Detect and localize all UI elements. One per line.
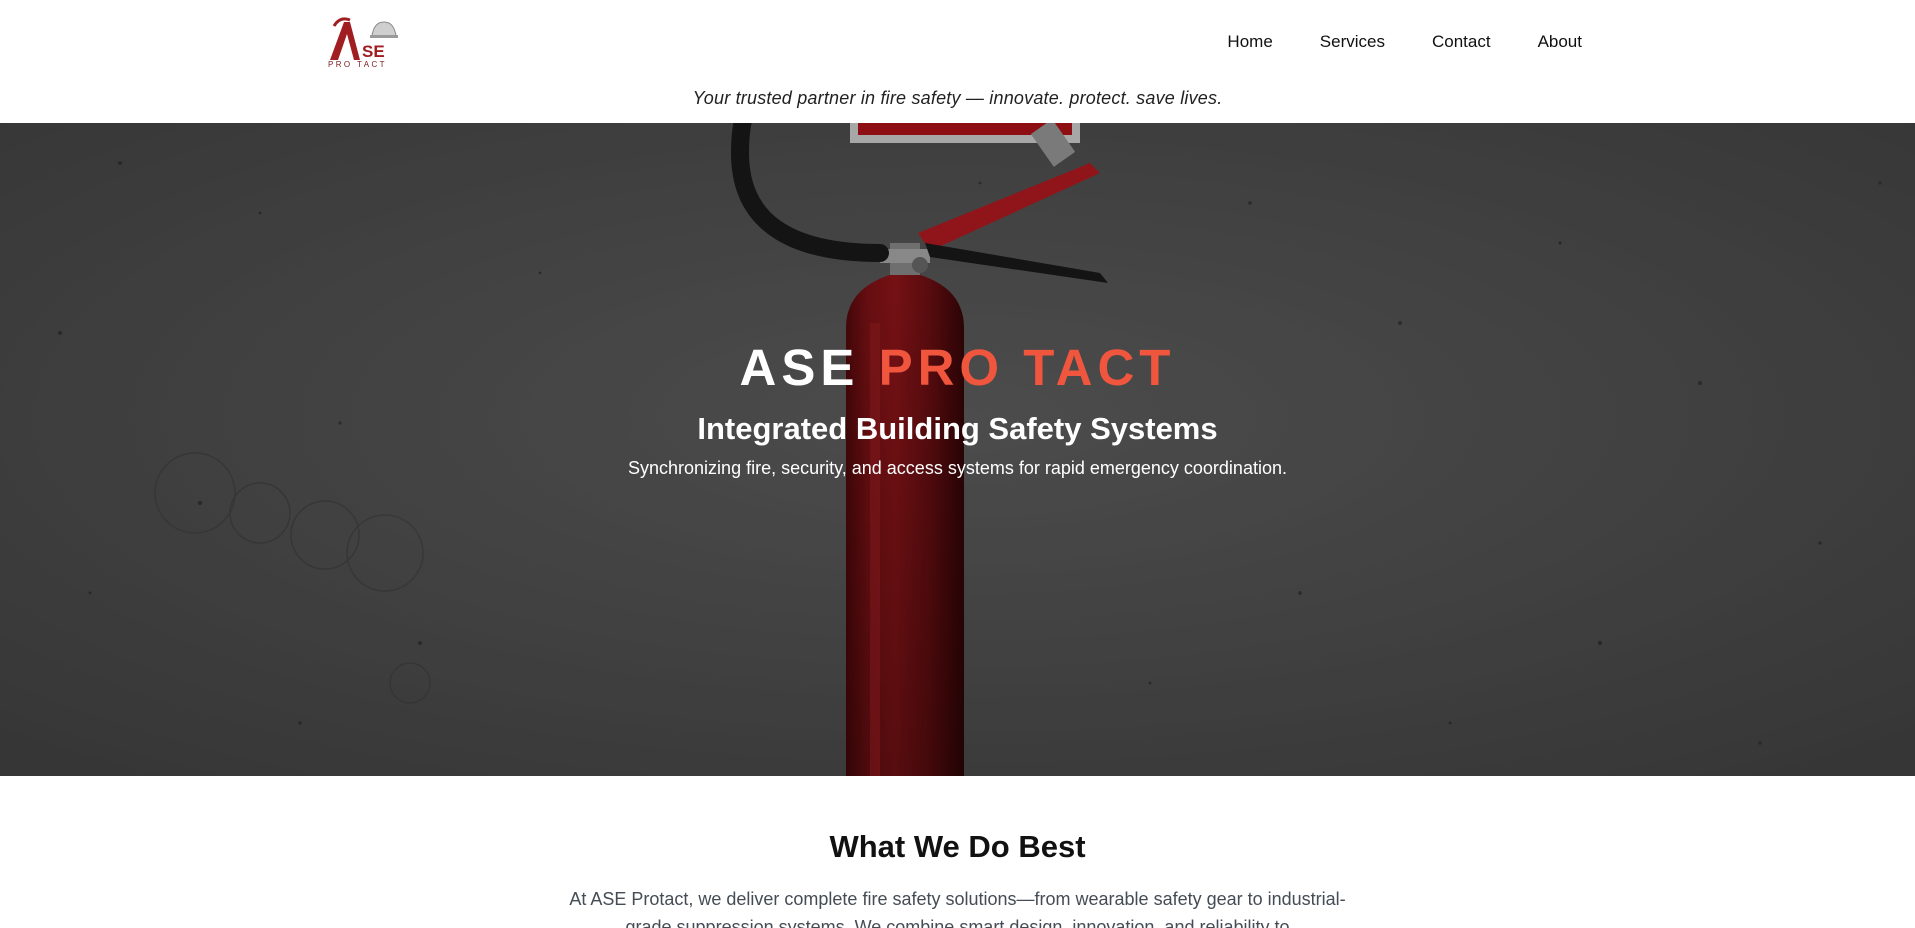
main-nav: Home Services Contact About — [1227, 30, 1582, 54]
hero-title: ASE PRO TACT — [0, 339, 1915, 397]
hero-title-red: PRO TACT — [878, 339, 1176, 396]
hero-banner: ASE PRO TACT Integrated Building Safety … — [0, 123, 1915, 776]
logo-sub-text: PRO TACT — [328, 60, 387, 68]
nav-home[interactable]: Home — [1227, 30, 1272, 54]
section-title: What We Do Best — [829, 829, 1086, 864]
logo-mark-icon: SE PRO TACT — [328, 17, 398, 69]
what-we-do-section: What We Do Best At ASE Protact, we deliv… — [0, 776, 1915, 928]
hero-title-white: ASE — [739, 339, 860, 396]
hero-content: ASE PRO TACT Integrated Building Safety … — [0, 339, 1915, 481]
nav-contact[interactable]: Contact — [1432, 30, 1491, 54]
svg-text:SE: SE — [362, 42, 385, 61]
site-header: SE PRO TACT Home Services Contact About … — [0, 0, 1915, 123]
nav-about[interactable]: About — [1538, 30, 1582, 54]
nav-services[interactable]: Services — [1320, 30, 1385, 54]
hero-description: Synchronizing fire, security, and access… — [628, 458, 1287, 478]
brand-logo[interactable]: SE PRO TACT — [326, 16, 400, 69]
section-text: At ASE Protact, we deliver complete fire… — [569, 889, 1346, 928]
tagline: Your trusted partner in fire safety — in… — [692, 88, 1223, 108]
hero-subtitle: Integrated Building Safety Systems — [697, 411, 1218, 446]
